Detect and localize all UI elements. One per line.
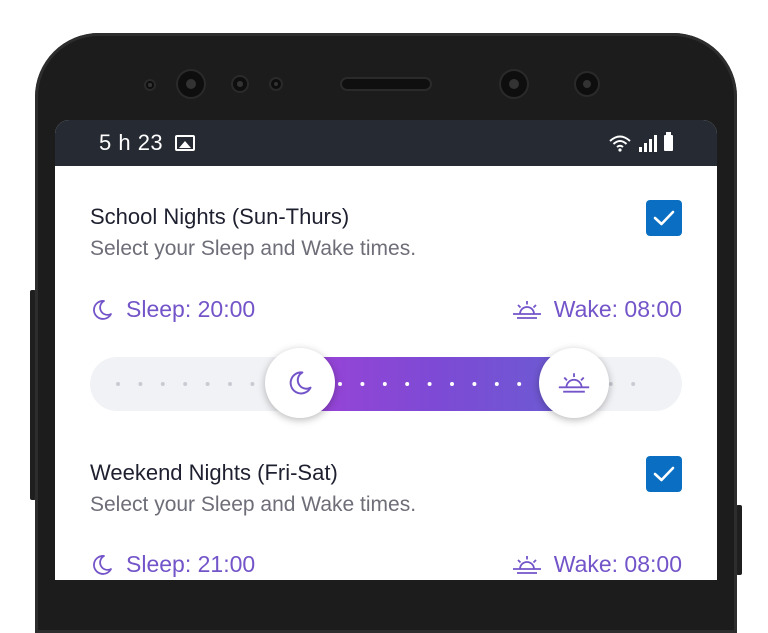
sleep-slider-handle[interactable] [265, 348, 335, 418]
tick-dot [517, 382, 522, 386]
school-nights-title: School Nights (Sun-Thurs) [90, 204, 350, 229]
checkmark-icon [653, 466, 675, 482]
sensor-icon [233, 77, 247, 91]
weekend-nights-times: Sleep: 21:00 Wake: 08:00 [90, 551, 682, 580]
school-nights-checkbox[interactable] [646, 200, 682, 236]
tick-dot [405, 382, 410, 386]
wake-slider-handle[interactable] [539, 348, 609, 418]
phone-screen: 5 h 23 School Nights (Sun-Thurs) Select … [55, 120, 717, 580]
sensor-icon [146, 81, 154, 89]
tick-dot [450, 382, 454, 386]
wake-time-label: Wake: 08:00 [553, 296, 682, 322]
wake-time-button[interactable]: Wake: 08:00 [512, 296, 682, 323]
tick-dot [494, 382, 499, 386]
tick-dot [382, 382, 387, 386]
sleep-time-label: Sleep: 21:00 [126, 551, 256, 577]
tick-dot [472, 382, 477, 386]
weekend-nights-title: Weekend Nights (Fri-Sat) [90, 460, 338, 485]
front-camera-icon [178, 71, 204, 97]
status-bar: 5 h 23 [55, 120, 717, 166]
wake-time-label: Wake: 08:00 [553, 551, 682, 577]
sleep-time-label: Sleep: 20:00 [126, 296, 256, 322]
signal-icon [639, 135, 657, 152]
gallery-icon [175, 135, 196, 151]
weekend-nights-checkbox[interactable] [646, 456, 682, 492]
iris-sensor-icon [576, 73, 598, 95]
status-indicators [608, 132, 673, 152]
tick-dot [360, 382, 365, 386]
wake-time-button[interactable]: Wake: 08:00 [512, 551, 682, 578]
earpiece-speaker [342, 79, 430, 89]
tick-dot [427, 382, 432, 386]
sleep-time-button[interactable]: Sleep: 20:00 [90, 296, 255, 323]
sleep-time-button[interactable]: Sleep: 21:00 [90, 551, 255, 578]
battery-icon [664, 132, 673, 151]
moon-icon [289, 371, 312, 395]
moon-icon [93, 299, 112, 320]
school-nights-section: School Nights (Sun-Thurs) Select your Sl… [90, 166, 682, 426]
status-time: 5 h 23 [99, 130, 164, 155]
school-nights-times: Sleep: 20:00 Wake: 08:00 [90, 296, 682, 328]
sensor-icon [271, 79, 281, 89]
sunrise-icon [558, 373, 590, 393]
iris-camera-icon [501, 71, 527, 97]
tick-dot [338, 382, 342, 386]
weekend-nights-subtitle: Select your Sleep and Wake times. [90, 493, 417, 516]
wifi-icon [609, 135, 631, 152]
weekend-nights-section: Weekend Nights (Fri-Sat) Select your Sle… [90, 422, 682, 580]
school-nights-time-slider[interactable] [90, 348, 682, 418]
school-nights-subtitle: Select your Sleep and Wake times. [90, 237, 417, 260]
sunrise-icon [512, 300, 541, 319]
checkmark-icon [653, 210, 675, 226]
